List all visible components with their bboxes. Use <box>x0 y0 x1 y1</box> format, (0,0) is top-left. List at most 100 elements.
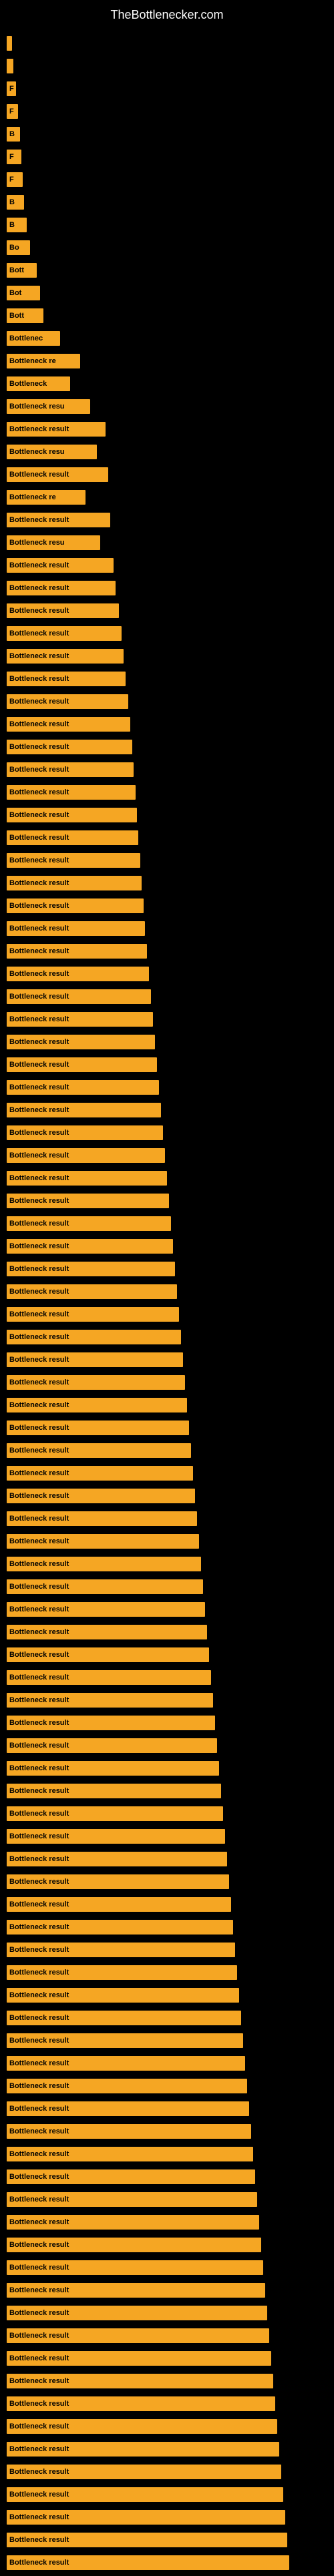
bar: Bottleneck result <box>7 2215 259 2230</box>
bar: Bottleneck result <box>7 1171 167 1186</box>
bar <box>7 59 13 73</box>
bar-row: Bottleneck result <box>7 624 327 643</box>
bar-row: Bottleneck result <box>7 2372 327 2390</box>
bar-row: Bottleneck result <box>7 828 327 847</box>
bar: Bottleneck result <box>7 762 134 777</box>
bar: Bottleneck result <box>7 2011 241 2025</box>
bar: Bottleneck result <box>7 1148 165 1163</box>
bar-row: Bottleneck result <box>7 2349 327 2368</box>
bar-row: Bottleneck result <box>7 1396 327 1414</box>
bar: Bottleneck resu <box>7 535 100 550</box>
bar: Bottleneck result <box>7 1466 193 1481</box>
bar: Bottleneck result <box>7 1103 161 1117</box>
bar-row: Bottleneck result <box>7 420 327 439</box>
bar: Bottleneck result <box>7 1080 159 1095</box>
bar-row: Bottleneck result <box>7 919 327 938</box>
bar: Bottleneck result <box>7 2056 245 2071</box>
bar: Bottleneck result <box>7 1125 163 1140</box>
bar: Bottleneck result <box>7 1852 227 1866</box>
bar-row: Bottleneck result <box>7 1146 327 1165</box>
bar: Bottleneck result <box>7 1647 209 1662</box>
bar: B <box>7 218 27 232</box>
bar-row: Bottleneck result <box>7 1577 327 1596</box>
bar-row: Bottleneck result <box>7 692 327 711</box>
bar: Bottleneck result <box>7 785 136 800</box>
bar-row: Bottleneck result <box>7 783 327 802</box>
bar: Bott <box>7 308 43 323</box>
bar-row: Bottleneck result <box>7 2236 327 2254</box>
bar-row: Bottleneck result <box>7 2304 327 2322</box>
bar: Bottleneck result <box>7 2192 257 2207</box>
bar-row: Bottleneck result <box>7 465 327 484</box>
bar: Bottleneck result <box>7 1194 169 1208</box>
bar <box>7 36 12 51</box>
bar: Bottleneck result <box>7 2465 281 2479</box>
bar-row: Bottleneck result <box>7 1123 327 1142</box>
bar: Bottleneck result <box>7 1284 177 1299</box>
bar-row: Bottleneck result <box>7 1827 327 1846</box>
bar: Bottleneck result <box>7 1489 195 1503</box>
bar: Bottleneck result <box>7 1943 235 1957</box>
bar: Bottleneck resu <box>7 399 90 414</box>
bar: F <box>7 172 23 187</box>
bar: Bottleneck result <box>7 1330 181 1344</box>
bar-row: Bottleneck result <box>7 1782 327 1800</box>
bar: Bottleneck result <box>7 1443 191 1458</box>
bar: Bottleneck result <box>7 717 130 732</box>
bar: Bottleneck result <box>7 853 140 868</box>
bar: Bottleneck result <box>7 2328 269 2343</box>
bar: F <box>7 150 21 164</box>
bar-row: Bottleneck result <box>7 806 327 824</box>
bar: Bottleneck result <box>7 989 151 1004</box>
bar: Bottleneck result <box>7 921 145 936</box>
bar-row: Bottleneck result <box>7 1918 327 1937</box>
bar-row: Bottleneck result <box>7 556 327 575</box>
bar-row: Bottleneck result <box>7 2213 327 2232</box>
bar-row: Bottleneck result <box>7 1850 327 1868</box>
bar-row: Bottleneck result <box>7 1691 327 1710</box>
bar-row: Bottleneck result <box>7 2326 327 2345</box>
bar: Bottleneck result <box>7 1625 207 1639</box>
bar-row: B <box>7 125 327 144</box>
bar-row: Bottleneck result <box>7 511 327 529</box>
bar: Bottleneck result <box>7 740 132 754</box>
bar: F <box>7 104 18 119</box>
bar: Bottleneck result <box>7 967 149 981</box>
bar-row: Bo <box>7 238 327 257</box>
bar: Bottleneck result <box>7 2101 249 2116</box>
bar-row: Bottleneck result <box>7 1963 327 1982</box>
bar-row: Bottleneck result <box>7 1260 327 1278</box>
bar: Bottleneck result <box>7 2396 275 2411</box>
bar-row: Bottleneck result <box>7 1941 327 1959</box>
bar: B <box>7 195 24 210</box>
bar-row: Bottleneck result <box>7 579 327 597</box>
bar-row: Bottleneck result <box>7 1600 327 1619</box>
bar: Bo <box>7 240 30 255</box>
bar-row: Bottleneck result <box>7 2531 327 2549</box>
bar-row: Bottleneck result <box>7 2077 327 2095</box>
bar-row: Bottleneck result <box>7 738 327 756</box>
bar: Bottleneck result <box>7 1784 221 1798</box>
bar-row: Bottleneck result <box>7 1555 327 1573</box>
bar-row: Bottleneck result <box>7 1487 327 1505</box>
bar: Bottleneck result <box>7 1534 199 1549</box>
bar-row: Bottleneck result <box>7 1055 327 1074</box>
bar: Bottleneck result <box>7 422 106 437</box>
bar: Bottleneck result <box>7 2306 267 2320</box>
bar-row: F <box>7 148 327 166</box>
bar: Bottleneck result <box>7 2442 279 2457</box>
bar-row: Bottleneck result <box>7 2258 327 2277</box>
bar-row: Bottleneck result <box>7 987 327 1006</box>
bar-row: Bottleneck result <box>7 896 327 915</box>
bar-row: Bottleneck result <box>7 715 327 734</box>
bar-row: Bottleneck result <box>7 1169 327 1188</box>
bar: Bottleneck result <box>7 2283 265 2298</box>
bar: Bottleneck result <box>7 1806 223 1821</box>
bar: Bottleneck result <box>7 513 110 527</box>
bar-row: Bottleneck result <box>7 1237 327 1256</box>
bar-row: Bottleneck result <box>7 1419 327 1437</box>
bar-row: Bottleneck result <box>7 1872 327 1891</box>
bar-row: Bottlenec <box>7 329 327 348</box>
bar: Bottleneck result <box>7 1262 175 1276</box>
bar-row: Bottleneck result <box>7 1759 327 1778</box>
